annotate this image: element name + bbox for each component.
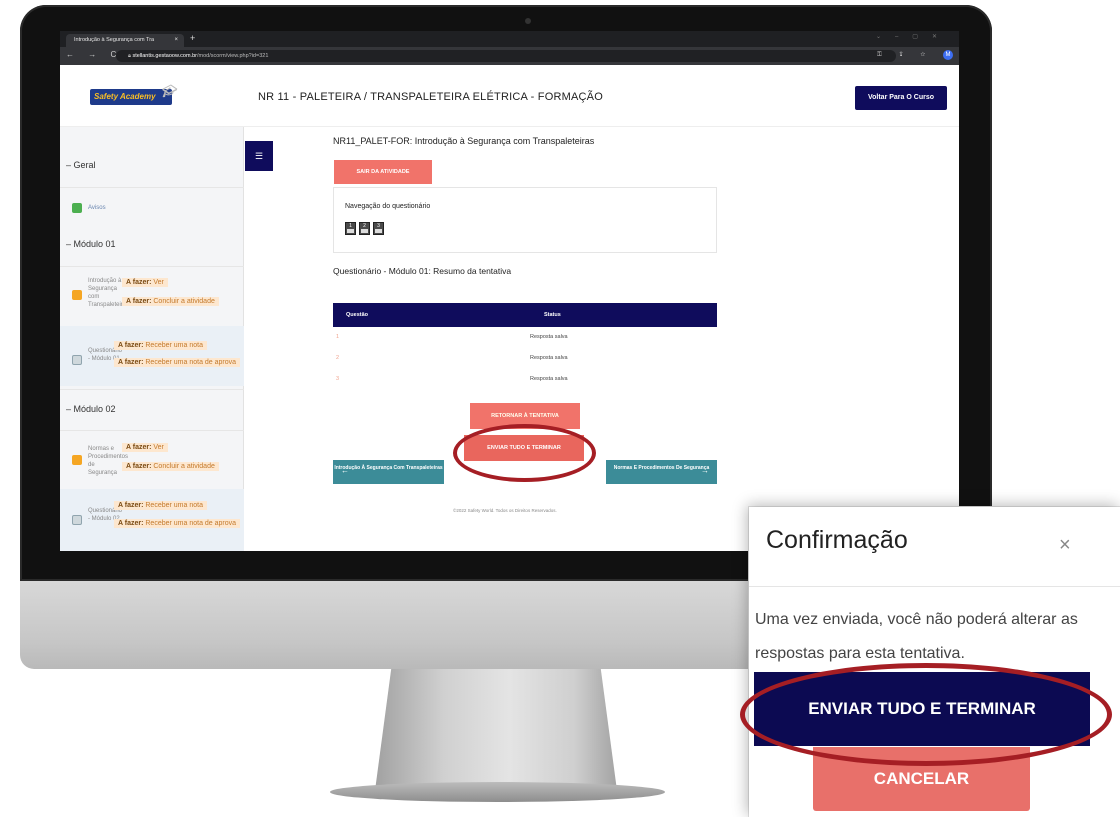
arrow-left-icon: ←: [341, 466, 349, 475]
quiz-navigation-block: Navegação do questionário 1 2 3: [333, 187, 717, 253]
quiz-icon: [72, 355, 82, 365]
camera-dot: [525, 18, 531, 24]
site-header: Safety Academy 🎓︎ NR 11 - PALETEIRA / TR…: [60, 65, 959, 127]
section-modulo-02[interactable]: – Módulo 02: [66, 404, 116, 414]
divider: [60, 266, 244, 267]
course-title: NR 11 - PALETEIRA / TRANSPALETEIRA ELÉTR…: [258, 91, 603, 103]
exit-activity-button[interactable]: SAIR DA ATIVIDADE: [334, 160, 432, 184]
dialog-title: Confirmação: [766, 526, 908, 554]
profile-avatar[interactable]: M: [943, 50, 953, 60]
todo-badge: A fazer: Concluir a atividade: [122, 297, 219, 306]
sidebar-item-intro-seguranca[interactable]: Introdução à Segurança com Transpaleteir…: [88, 277, 129, 309]
url-input[interactable]: 🔒︎ stellantis.gestaoow.com.br/mod/scorm/…: [116, 50, 896, 62]
tab-title: Introdução à Segurança com Tra: [74, 37, 155, 43]
logo-text: Safety Academy: [94, 92, 156, 101]
new-tab-button[interactable]: +: [190, 33, 195, 43]
graduation-cap-icon: 🎓︎: [160, 84, 176, 98]
todo-badge: A fazer: Ver: [122, 278, 168, 287]
imac-mockup: Introdução à Segurança com Tra × + ⌄–▢✕ …: [0, 0, 1120, 817]
quiz-navigation-label: Navegação do questionário: [345, 203, 431, 210]
divider: [60, 187, 244, 188]
activity-title: NR11_PALET-FOR: Introdução à Segurança c…: [333, 136, 595, 146]
question-number[interactable]: 2: [336, 355, 339, 361]
monitor-stand: [375, 669, 617, 787]
todo-badge: A fazer: Concluir a atividade: [122, 462, 219, 471]
table-row[interactable]: 1 Resposta salva: [333, 327, 717, 348]
sidebar-toggle-icon[interactable]: ☰: [245, 141, 273, 171]
next-activity-button[interactable]: Normas E Procedimentos De Segurança →: [606, 460, 717, 484]
quiz-question-button[interactable]: 1: [345, 222, 356, 235]
quiz-question-button[interactable]: 3: [373, 222, 384, 235]
section-geral[interactable]: – Geral: [66, 160, 96, 170]
table-row[interactable]: 2 Resposta salva: [333, 348, 717, 369]
divider: [60, 430, 244, 431]
divider: [749, 586, 1120, 587]
todo-badge: A fazer: Receber uma nota: [114, 341, 207, 350]
highlight-circle: [453, 424, 596, 482]
url-path: /mod/scorm/view.php?id=321: [196, 53, 269, 59]
browser-tab[interactable]: Introdução à Segurança com Tra ×: [66, 34, 184, 47]
column-header-questao: Questão: [346, 312, 369, 318]
arrow-right-icon: →: [701, 466, 709, 475]
question-status: Resposta salva: [530, 376, 568, 382]
quiz-question-button[interactable]: 2: [359, 222, 370, 235]
dialog-message: Uma vez enviada, você não poderá alterar…: [755, 611, 1078, 662]
quiz-icon: [72, 515, 82, 525]
question-number[interactable]: 1: [336, 334, 339, 340]
attempt-summary-table: Questão Status 1 Resposta salva 2 Respos…: [333, 303, 717, 390]
previous-activity-button[interactable]: ← Introdução À Segurança Com Transpalete…: [333, 460, 444, 484]
scorm-package-icon: [72, 290, 82, 300]
next-activity-label: Normas E Procedimentos De Segurança: [613, 465, 710, 471]
question-status: Resposta salva: [530, 355, 568, 361]
scorm-package-icon: [72, 455, 82, 465]
highlight-circle: [740, 663, 1112, 766]
tab-bar: Introdução à Segurança com Tra × + ⌄–▢✕: [60, 31, 959, 47]
url-host: stellantis.gestaoow.com.br: [132, 53, 197, 59]
course-index-sidebar: – Geral Avisos – Módulo 01 Introdução à …: [60, 127, 244, 551]
table-header: Questão Status: [333, 303, 717, 327]
forum-icon: [72, 203, 82, 213]
close-icon[interactable]: ×: [1059, 534, 1071, 557]
attempt-summary-title: Questionário - Módulo 01: Resumo da tent…: [333, 266, 512, 276]
browser-screen: Introdução à Segurança com Tra × + ⌄–▢✕ …: [60, 31, 959, 551]
tab-close-icon[interactable]: ×: [174, 34, 178, 47]
todo-badge: A fazer: Receber uma nota: [114, 501, 207, 510]
monitor-foot: [330, 782, 665, 802]
question-status: Resposta salva: [530, 334, 568, 340]
back-to-course-button[interactable]: Voltar Para O Curso: [855, 86, 947, 110]
column-header-status: Status: [544, 312, 561, 318]
todo-badge: A fazer: Ver: [122, 443, 168, 452]
page-footer: ©2022 Safety World. Todos os Direitos Re…: [453, 508, 557, 513]
divider: [60, 389, 244, 390]
todo-badge: A fazer: Receber uma nota de aprova: [114, 358, 241, 367]
sidebar-item-normas[interactable]: Normas e Procedimentos de Segurança: [88, 445, 128, 477]
sidebar-item-avisos[interactable]: Avisos: [88, 205, 272, 211]
address-bar-row: ← → C 🔒︎ stellantis.gestaoow.com.br/mod/…: [60, 47, 959, 65]
previous-activity-label: Introdução À Segurança Com Transpaleteir…: [334, 465, 443, 471]
confirmation-dialog: Confirmação × Uma vez enviada, você não …: [749, 507, 1120, 817]
browser-nav-icons[interactable]: ← → C: [66, 50, 122, 59]
extension-icons[interactable]: ⚿ ⇪ ☆ M: [877, 50, 953, 60]
safety-academy-logo[interactable]: Safety Academy 🎓︎: [90, 84, 176, 105]
section-modulo-01[interactable]: – Módulo 01: [66, 239, 116, 249]
todo-badge: A fazer: Receber uma nota de aprova: [114, 519, 241, 528]
table-row[interactable]: 3 Resposta salva: [333, 369, 717, 390]
window-controls[interactable]: ⌄–▢✕: [876, 33, 951, 40]
question-number[interactable]: 3: [336, 376, 339, 382]
